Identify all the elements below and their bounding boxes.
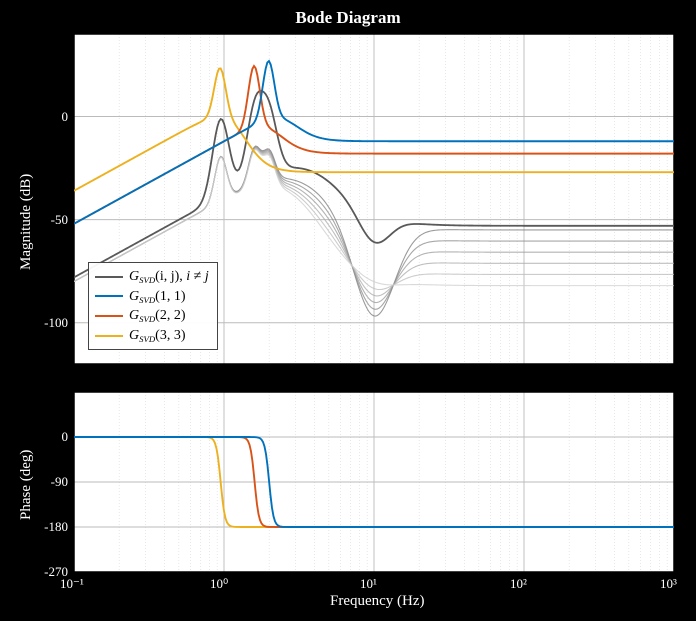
- xtick: 10⁻¹: [60, 576, 84, 592]
- phase-ytick: 0: [28, 429, 68, 445]
- mag-ytick: -50: [28, 212, 68, 228]
- phase-ytick: -90: [28, 474, 68, 490]
- legend: GSVD(i, j), i ≠ jGSVD(1, 1)GSVD(2, 2)GSV…: [88, 262, 218, 350]
- legend-item: GSVD(3, 3): [95, 326, 209, 346]
- xtick: 10⁰: [210, 576, 228, 592]
- mag-ytick: 0: [28, 109, 68, 125]
- legend-item: GSVD(1, 1): [95, 287, 209, 307]
- phase-plot: [74, 392, 674, 572]
- legend-swatch: [95, 276, 123, 278]
- legend-label: GSVD(2, 2): [129, 306, 186, 326]
- legend-label: GSVD(3, 3): [129, 326, 186, 346]
- xtick: 10¹: [360, 576, 377, 592]
- legend-swatch: [95, 295, 123, 297]
- legend-label: GSVD(i, j), i ≠ j: [129, 267, 209, 287]
- legend-label: GSVD(1, 1): [129, 287, 186, 307]
- legend-item: GSVD(i, j), i ≠ j: [95, 267, 209, 287]
- phase-ytick: -180: [28, 519, 68, 535]
- figure-title: Bode Diagram: [0, 8, 696, 28]
- xtick: 10²: [510, 576, 527, 592]
- bode-figure: Bode Diagram Magnitude (dB) Phase (deg) …: [0, 0, 696, 621]
- mag-ytick: -100: [28, 315, 68, 331]
- legend-item: GSVD(2, 2): [95, 306, 209, 326]
- xlabel: Frequency (Hz): [330, 593, 425, 610]
- legend-swatch: [95, 315, 123, 317]
- legend-swatch: [95, 335, 123, 337]
- xtick: 10³: [660, 576, 677, 592]
